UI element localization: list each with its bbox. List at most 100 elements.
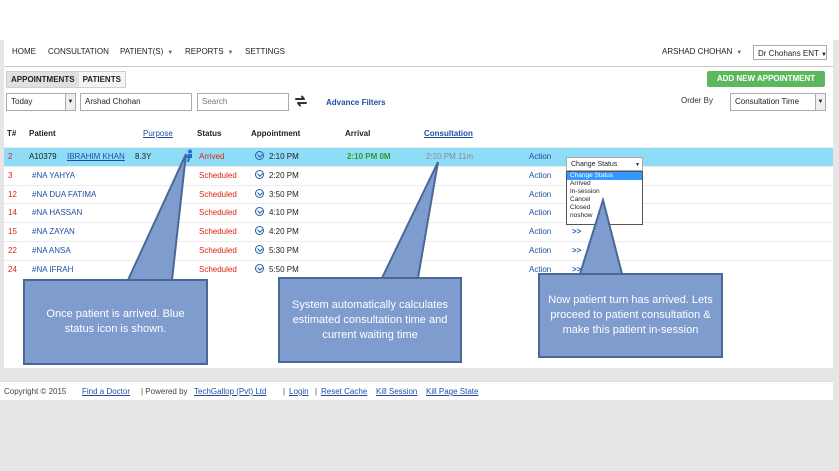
status-options-list: Change Status Arrived In-session Cancel … bbox=[566, 171, 643, 225]
action-link[interactable]: Action bbox=[529, 171, 551, 180]
callout-arrived-icon: Once patient is arrived. Blue status ico… bbox=[23, 279, 208, 365]
login-link[interactable]: Login bbox=[289, 387, 309, 396]
chevron-down-icon: ▼ bbox=[736, 50, 743, 56]
more-link[interactable]: >> bbox=[572, 246, 581, 255]
table-row[interactable]: 14 #NA HASSAN Scheduled 4:10 PM Action bbox=[4, 203, 833, 222]
row-num: 24 bbox=[8, 265, 17, 274]
table-row[interactable]: 15 #NA ZAYAN Scheduled 4:20 PM Action >> bbox=[4, 222, 833, 241]
techgallop-link[interactable]: TechGallop (Pvt) Ltd bbox=[194, 387, 266, 396]
status-option[interactable]: noshow bbox=[567, 212, 642, 220]
patient-name[interactable]: #NA ZAYAN bbox=[32, 227, 75, 236]
find-doctor-link[interactable]: Find a Doctor bbox=[82, 387, 130, 396]
status-text: Scheduled bbox=[199, 227, 237, 236]
status-option[interactable]: In-session bbox=[567, 188, 642, 196]
refresh-icon[interactable] bbox=[294, 94, 308, 108]
clock-icon bbox=[255, 189, 264, 198]
status-text: Scheduled bbox=[199, 246, 237, 255]
row-num: 22 bbox=[8, 246, 17, 255]
date-filter-select[interactable]: Today ▼ bbox=[6, 93, 76, 111]
order-by-select[interactable]: Consultation Time ▼ bbox=[730, 93, 826, 111]
top-whitespace bbox=[0, 0, 839, 40]
doctor-filter-input[interactable]: Arshad Chohan bbox=[80, 93, 192, 111]
nav-patients-label: PATIENT(S) bbox=[120, 47, 164, 56]
change-status-select[interactable]: Change Status ▼ bbox=[566, 157, 643, 171]
patient-name[interactable]: #NA DUA FATIMA bbox=[32, 190, 96, 199]
row-num: 14 bbox=[8, 208, 17, 217]
action-link[interactable]: Action bbox=[529, 246, 551, 255]
nav-consultation[interactable]: CONSULTATION bbox=[48, 47, 109, 56]
nav-reports[interactable]: REPORTS ▼ bbox=[185, 47, 233, 56]
clock-icon bbox=[255, 170, 264, 179]
patient-name-link[interactable]: IBRAHIM KHAN bbox=[67, 152, 125, 161]
tab-patients[interactable]: PATIENTS bbox=[79, 72, 125, 87]
row-num: 2 bbox=[8, 152, 13, 161]
table-header: T# Patient Purpose Status Appointment Ar… bbox=[4, 129, 833, 143]
order-by-value: Consultation Time bbox=[735, 97, 800, 106]
action-link[interactable]: Action bbox=[529, 208, 551, 217]
patient-age: 8.3Y bbox=[135, 152, 152, 161]
table-row[interactable]: 3 #NA YAHYA Scheduled 2:20 PM Action bbox=[4, 166, 833, 185]
advance-filters-link[interactable]: Advance Filters bbox=[326, 98, 386, 107]
nav-home[interactable]: HOME bbox=[12, 47, 36, 56]
footer-separator: | bbox=[283, 387, 286, 396]
appointment-time: 2:10 PM bbox=[269, 152, 299, 161]
chevron-down-icon: ▼ bbox=[65, 94, 75, 110]
view-tabs: APPOINTMENTS PATIENTS bbox=[6, 71, 126, 88]
col-purpose[interactable]: Purpose bbox=[143, 129, 173, 138]
footer: Copyright © 2015 Find a Doctor | Powered… bbox=[0, 381, 833, 400]
status-text: Scheduled bbox=[199, 190, 237, 199]
row-num: 15 bbox=[8, 227, 17, 236]
status-option[interactable]: Closed bbox=[567, 204, 642, 212]
clinic-select[interactable]: Dr Chohans ENT ▼ bbox=[753, 45, 827, 60]
callout-in-session: Now patient turn has arrived. Lets proce… bbox=[538, 273, 723, 358]
user-name: ARSHAD CHOHAN bbox=[662, 47, 733, 56]
appointment-time: 3:50 PM bbox=[269, 190, 299, 199]
tab-appointments[interactable]: APPOINTMENTS bbox=[7, 72, 79, 87]
status-option[interactable]: Change Status bbox=[567, 172, 642, 180]
search-placeholder: Search bbox=[202, 97, 228, 106]
clock-icon bbox=[255, 151, 264, 160]
patient-name[interactable]: #NA IFRAH bbox=[32, 265, 73, 274]
consultation-time: 2:20 PM 11m bbox=[426, 152, 473, 161]
action-link[interactable]: Action bbox=[529, 227, 551, 236]
patient-name[interactable]: #NA HASSAN bbox=[32, 208, 82, 217]
chevron-down-icon: ▼ bbox=[815, 94, 825, 110]
appointment-time: 5:50 PM bbox=[269, 265, 299, 274]
col-patient: Patient bbox=[29, 129, 56, 138]
search-input[interactable]: Search bbox=[197, 93, 289, 111]
table-row[interactable]: 2 A10379 IBRAHIM KHAN 8.3Y Arrived 2:10 … bbox=[4, 147, 833, 166]
kill-session-link[interactable]: Kill Session bbox=[376, 387, 417, 396]
more-link[interactable]: >> bbox=[572, 227, 581, 236]
status-option[interactable]: Cancel bbox=[567, 196, 642, 204]
action-link[interactable]: Action bbox=[529, 152, 551, 161]
status-text: Scheduled bbox=[199, 208, 237, 217]
patient-name[interactable]: #NA ANSA bbox=[32, 246, 71, 255]
clock-icon bbox=[255, 207, 264, 216]
clock-icon bbox=[255, 226, 264, 235]
nav-patients[interactable]: PATIENT(S) ▼ bbox=[120, 47, 173, 56]
copyright-text: Copyright © 2015 bbox=[4, 387, 67, 396]
kill-page-state-link[interactable]: Kill Page State bbox=[426, 387, 478, 396]
nav-reports-label: REPORTS bbox=[185, 47, 224, 56]
add-appointment-button[interactable]: ADD NEW APPOINTMENT bbox=[707, 71, 825, 87]
nav-settings[interactable]: SETTINGS bbox=[245, 47, 285, 56]
powered-by-text: | Powered by bbox=[141, 387, 188, 396]
table-row[interactable]: 12 #NA DUA FATIMA Scheduled 3:50 PM Acti… bbox=[4, 185, 833, 204]
chevron-down-icon: ▼ bbox=[821, 52, 827, 58]
appointment-time: 4:20 PM bbox=[269, 227, 299, 236]
arrived-status-icon bbox=[186, 149, 192, 162]
arrival-time: 2:10 PM 0M bbox=[347, 152, 391, 161]
reset-cache-link[interactable]: Reset Cache bbox=[321, 387, 367, 396]
order-by-label: Order By bbox=[681, 96, 714, 105]
user-menu[interactable]: ARSHAD CHOHAN ▼ bbox=[662, 47, 742, 56]
action-link[interactable]: Action bbox=[529, 190, 551, 199]
status-option[interactable]: Arrived bbox=[567, 180, 642, 188]
patient-name[interactable]: #NA YAHYA bbox=[32, 171, 75, 180]
change-status-value: Change Status bbox=[571, 161, 618, 168]
footer-separator: | bbox=[315, 387, 318, 396]
table-row[interactable]: 22 #NA ANSA Scheduled 5:30 PM Action >> bbox=[4, 241, 833, 260]
main-nav: HOME CONSULTATION PATIENT(S) ▼ REPORTS ▼ S… bbox=[4, 40, 833, 67]
col-consultation[interactable]: Consultation bbox=[424, 129, 473, 138]
clock-icon bbox=[255, 264, 264, 273]
appointment-time: 5:30 PM bbox=[269, 246, 299, 255]
